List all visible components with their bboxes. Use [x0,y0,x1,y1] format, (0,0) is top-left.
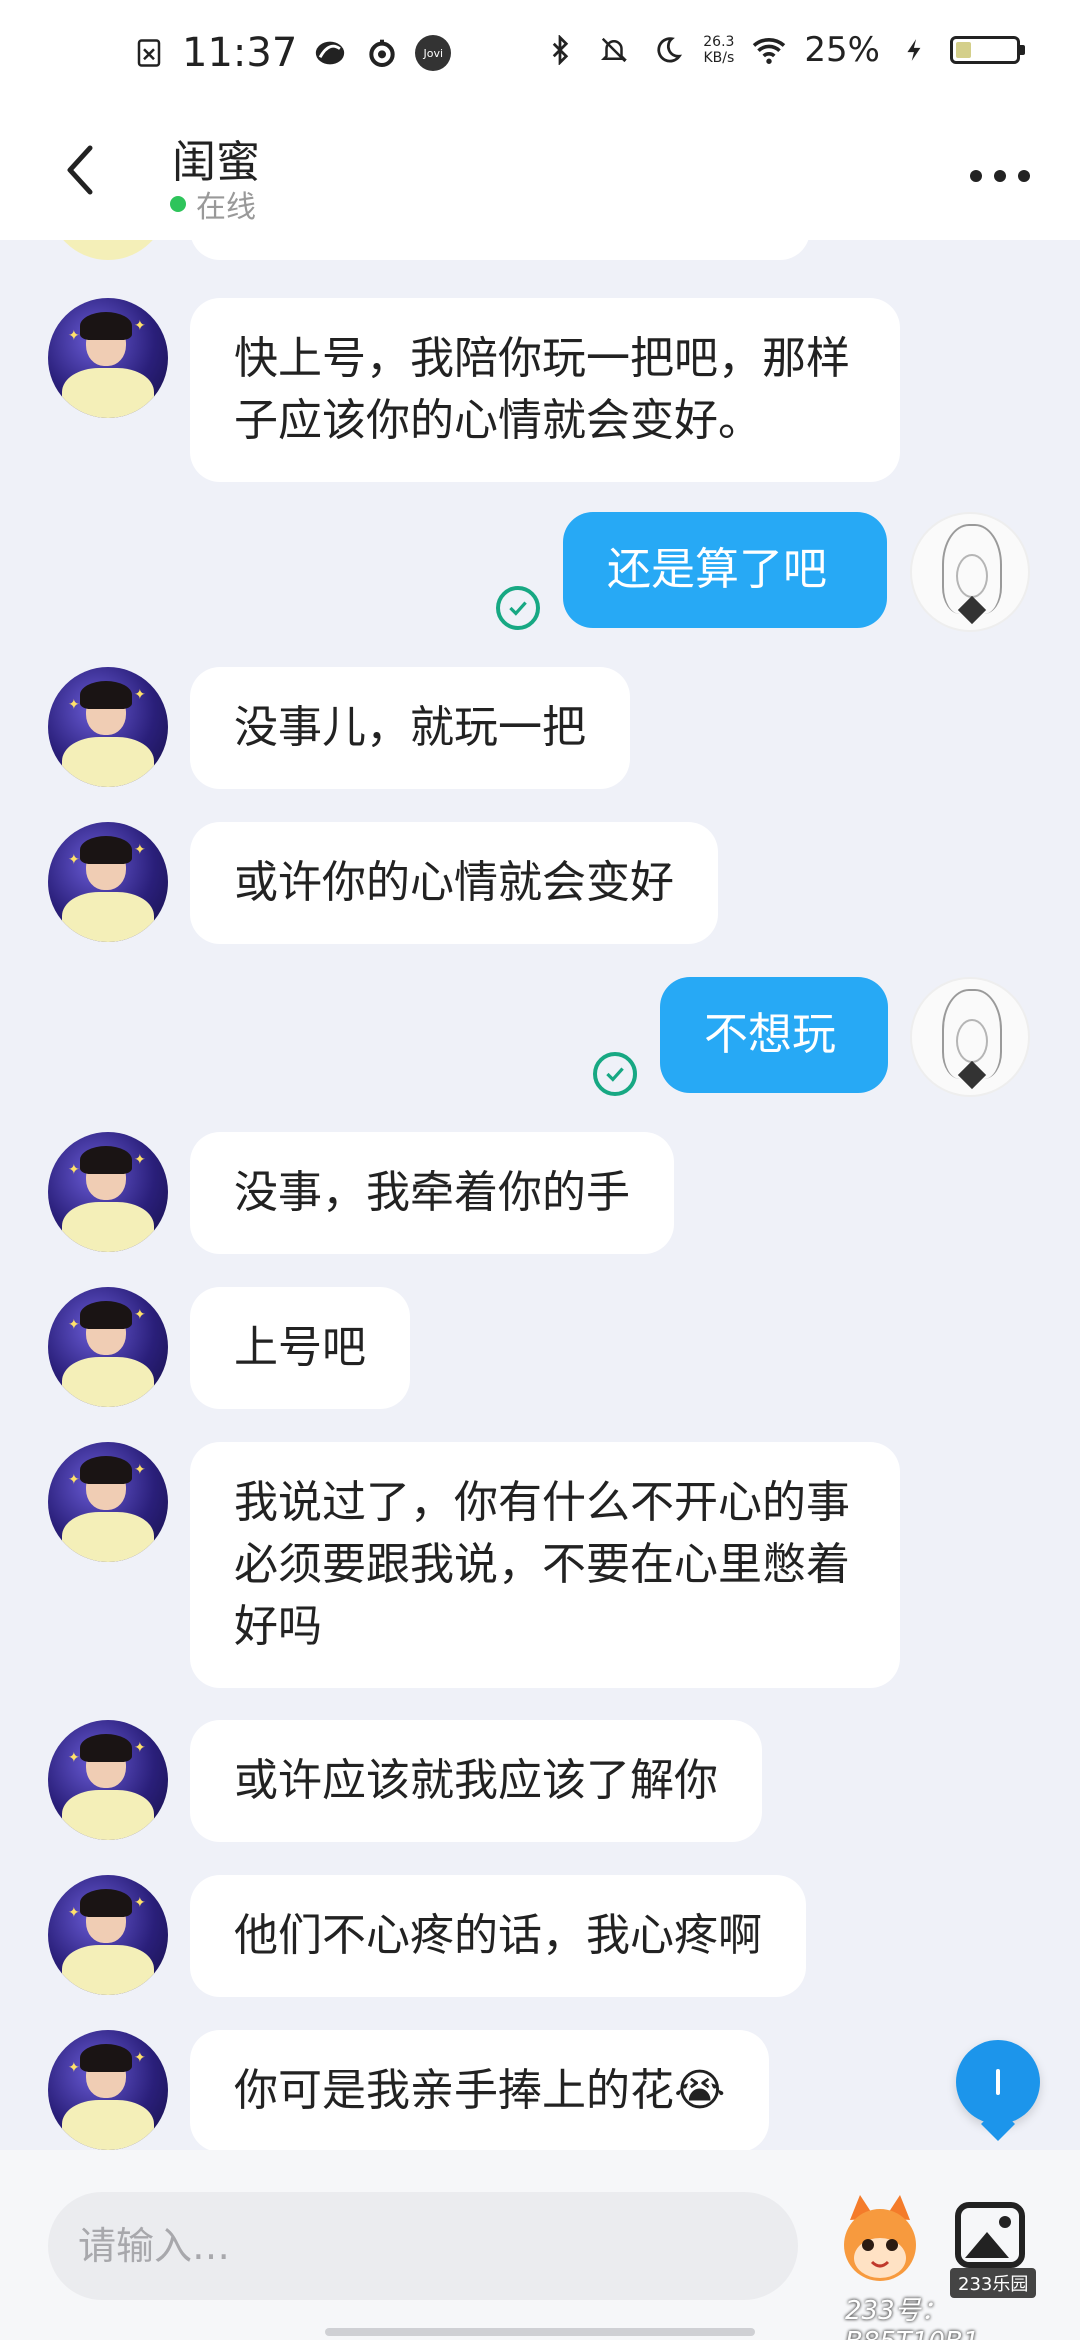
wifi-icon [750,31,788,69]
message-bubble[interactable]: 你可是我亲手捧上的花😭 [190,2030,770,2150]
more-dot-icon [1018,170,1030,182]
battery-fill [956,42,971,58]
partial-message-bubble [190,240,810,260]
friend-avatar[interactable]: ✦ ✦ [48,1442,168,1562]
image-picker-button[interactable] [955,2202,1025,2268]
bluetooth-icon [541,31,579,69]
input-bar: 233乐园 233号：B85T10B1 [0,2150,1080,2340]
sun-icon [999,2216,1011,2228]
message-bubble[interactable]: 或许你的心情就会变好 [190,822,718,944]
friend-avatar[interactable]: ✦ ✦ [48,298,168,418]
friend-avatar[interactable]: ✦ ✦ [48,1287,168,1407]
top-bar: 11:37 Jovi 26.3 KB/s 25% 闺蜜 在线 [0,0,1080,240]
friend-avatar[interactable]: ✦ ✦ [48,822,168,942]
friend-avatar[interactable]: ✦ ✦ [48,1875,168,1995]
message-input[interactable] [48,2192,798,2300]
more-dot-icon [970,170,982,182]
message-bubble[interactable]: 没事儿，就玩一把 [190,667,630,789]
message-bubble[interactable]: 没事，我牵着你的手 [190,1132,674,1254]
sync-icon [363,34,401,72]
online-status: 在线 [170,182,256,226]
friend-avatar[interactable]: ✦ ✦ [48,1720,168,1840]
mountain-icon [965,2232,1009,2258]
sim-off-icon [130,34,168,72]
message-bubble[interactable]: 或许应该就我应该了解你 [190,1720,762,1842]
friend-avatar[interactable]: ✦ ✦ [48,667,168,787]
contact-name: 闺蜜 [172,137,260,188]
my-avatar[interactable] [910,512,1030,632]
status-left: 11:37 Jovi [130,30,452,76]
chat-header: 闺蜜 在线 [0,120,1080,240]
my-avatar[interactable] [910,977,1030,1097]
message-bubble[interactable]: 上号吧 [190,1287,410,1409]
online-dot-icon [170,196,186,212]
charging-icon [896,31,934,69]
home-indicator[interactable] [325,2328,755,2336]
chevron-left-icon [67,145,93,195]
app-notification-icon [311,34,349,72]
jovi-icon: Jovi [415,35,452,71]
partial-avatar [48,240,168,260]
delivered-check-icon [593,1052,637,1096]
mascot-icon [844,2195,916,2281]
watermark-id: 233号：B85T10B1 [845,2296,979,2340]
friend-avatar[interactable]: ✦ ✦ [48,2030,168,2150]
status-time: 11:37 [182,30,298,76]
message-bubble-sent[interactable]: 不想玩 [660,977,888,1093]
message-bubble[interactable]: 快上号，我陪你玩一把吧，那样子应该你的心情就会变好。 [190,298,900,482]
message-bubble[interactable]: 他们不心疼的话，我心疼啊 [190,1875,806,1997]
message-bubble-sent[interactable]: 还是算了吧 [563,512,887,628]
back-button[interactable] [60,140,120,210]
delivered-check-icon [496,586,540,630]
network-speed: 26.3 KB/s [703,34,735,66]
scroll-to-bottom-button[interactable] [956,2040,1040,2141]
status-right: 26.3 KB/s 25% [541,30,1025,70]
message-bubble[interactable]: 我说过了，你有什么不开心的事必须要跟我说，不要在心里憋着好吗 [190,1442,900,1688]
friend-avatar[interactable]: ✦ ✦ [48,1132,168,1252]
emoji-mascot-button[interactable] [830,2190,930,2290]
fab-indicator-icon [996,2069,1000,2095]
status-bar: 11:37 Jovi 26.3 KB/s 25% [0,0,1080,120]
more-dot-icon [994,170,1006,182]
battery-percent: 25% [804,30,880,70]
message-list[interactable]: ✦ ✦ 快上号，我陪你玩一把吧，那样子应该你的心情就会变好。 还是算了吧 ✦ ✦ 没… [0,240,1080,2150]
more-options-button[interactable] [970,156,1030,196]
mute-bell-icon [595,31,633,69]
online-label: 在线 [196,190,256,225]
moon-icon [649,31,687,69]
battery-icon [950,36,1025,64]
